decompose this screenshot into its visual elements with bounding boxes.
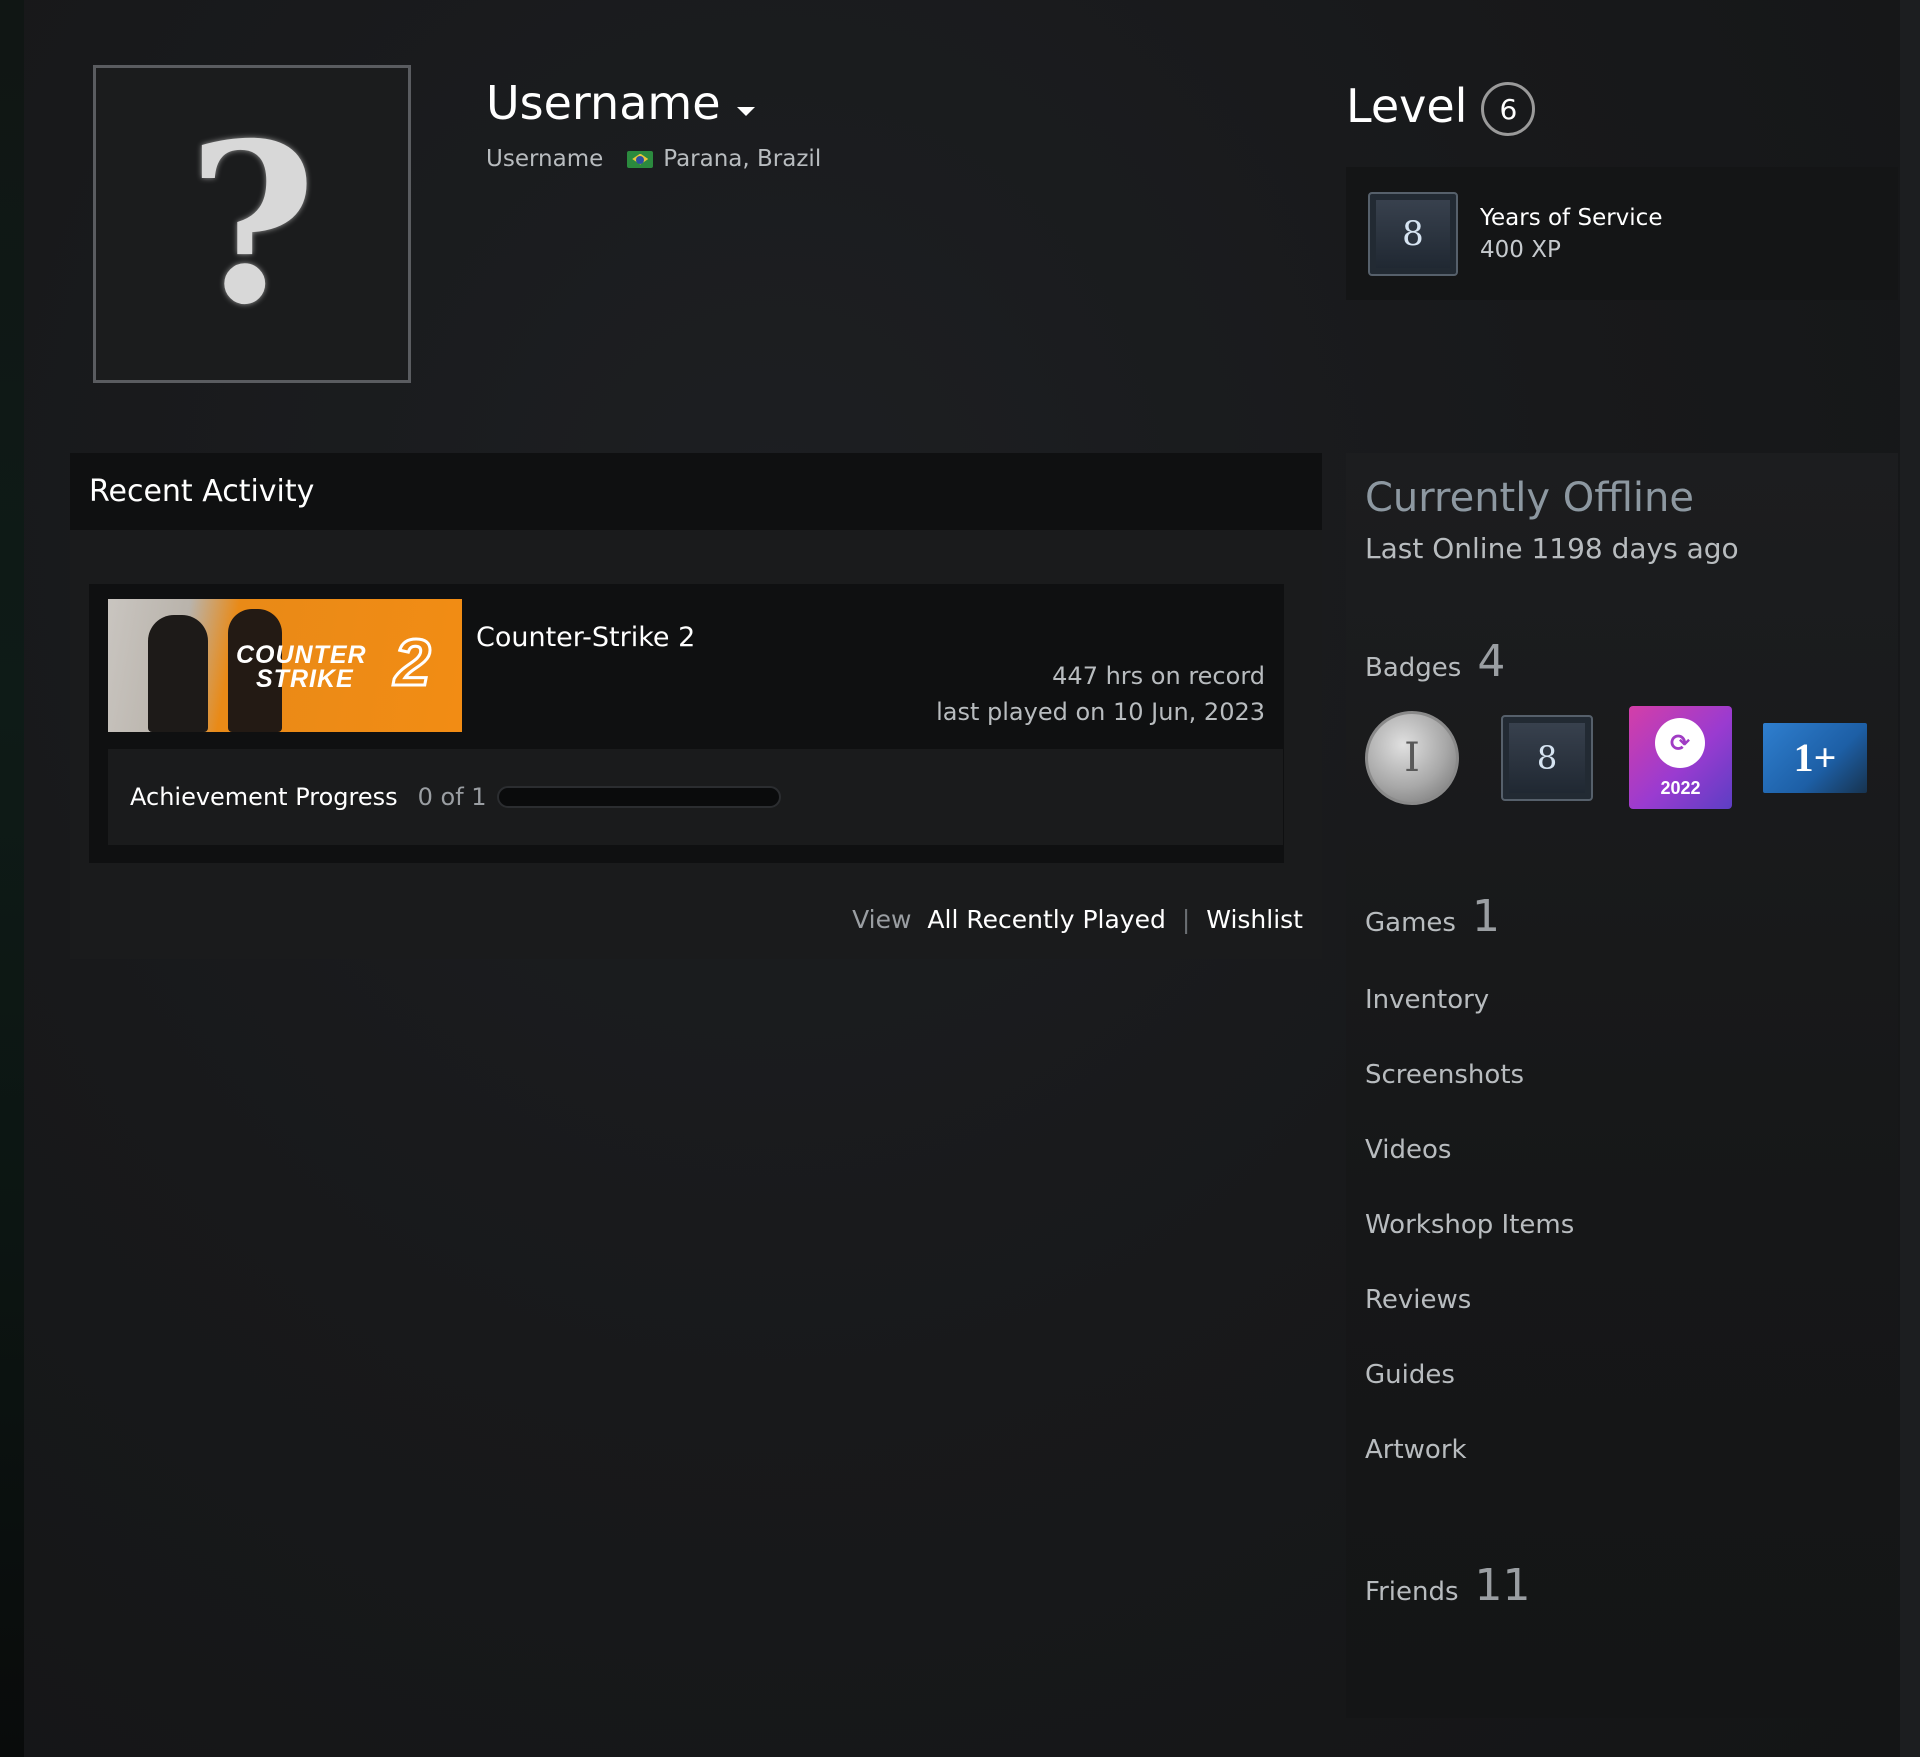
inventory-link[interactable]: Inventory xyxy=(1365,985,1489,1015)
featured-badge-info: Years of Service 400 XP xyxy=(1480,205,1662,263)
achievement-progress-bar xyxy=(496,786,781,808)
reviews-link[interactable]: Reviews xyxy=(1365,1285,1471,1315)
featured-badge[interactable]: 8 Years of Service 400 XP xyxy=(1346,167,1898,300)
friends-link[interactable]: Friends 11 xyxy=(1365,1560,1531,1611)
profile-sidebar: Currently Offline Last Online 1198 days … xyxy=(1346,453,1898,1718)
right-edge-scrollbar[interactable] xyxy=(1900,0,1920,1757)
chevron-down-icon[interactable] xyxy=(736,106,755,116)
link-separator: | xyxy=(1181,905,1191,934)
game-hours: 447 hrs on record xyxy=(1052,662,1265,690)
artwork-link[interactable]: Artwork xyxy=(1365,1435,1467,1465)
persona-name-row[interactable]: Username xyxy=(486,76,755,130)
capsule-logo-line2: STRIKE xyxy=(256,665,354,693)
games-link[interactable]: Games 1 xyxy=(1365,891,1500,942)
videos-link[interactable]: Videos xyxy=(1365,1135,1451,1165)
profile-page: ? Username Username Parana, Brazil Level… xyxy=(24,0,1900,1757)
featured-badge-xp: 400 XP xyxy=(1480,236,1561,263)
level-number[interactable]: 6 xyxy=(1481,82,1536,136)
achievement-progress-row[interactable]: Achievement Progress 0 of 1 xyxy=(108,749,1283,845)
level-label: Level xyxy=(1346,79,1468,133)
badges-count: 4 xyxy=(1477,636,1506,687)
years-of-service-icon: 8 xyxy=(1368,191,1458,276)
online-status: Currently Offline xyxy=(1365,475,1694,521)
capsule-logo-text: COUNTER STRIKE xyxy=(236,641,367,693)
view-links: View All Recently Played | Wishlist xyxy=(852,905,1303,934)
location: Parana, Brazil xyxy=(663,146,822,172)
avatar[interactable]: ? xyxy=(93,65,411,383)
badge-year: 2022 xyxy=(1660,778,1701,798)
capsule-logo-line1: COUNTER xyxy=(236,641,367,669)
game-last-played: last played on 10 Jun, 2023 xyxy=(936,698,1265,726)
pillar-badge-icon[interactable]: Ⅰ xyxy=(1365,710,1459,805)
badges-label: Badges xyxy=(1365,653,1462,683)
friends-count: 11 xyxy=(1474,1560,1531,1611)
achievement-count: 0 of 1 xyxy=(417,783,487,811)
left-edge-decoration xyxy=(0,0,24,1757)
recent-game-card: COUNTER STRIKE 2 Counter-Strike 2 447 hr… xyxy=(89,584,1284,863)
level-row: Level 6 xyxy=(1346,76,1536,136)
screenshots-link[interactable]: Screenshots xyxy=(1365,1060,1524,1090)
unknown-avatar-icon: ? xyxy=(187,94,317,353)
soldier-figure-icon xyxy=(148,615,208,732)
games-label: Games xyxy=(1365,908,1456,938)
capsule-logo-number: 2 xyxy=(393,625,433,699)
game-capsule-image[interactable]: COUNTER STRIKE 2 xyxy=(108,599,462,732)
one-plus-badge-icon[interactable]: 1+ xyxy=(1763,722,1867,793)
view-label: View xyxy=(852,905,912,934)
steam-logo-icon: ⟳ xyxy=(1655,718,1705,768)
all-recently-played-link[interactable]: All Recently Played xyxy=(927,905,1165,934)
recent-activity-header: Recent Activity xyxy=(70,453,1322,530)
wishlist-link[interactable]: Wishlist xyxy=(1206,905,1303,934)
persona-name[interactable]: Username xyxy=(486,76,721,130)
brazil-flag-icon xyxy=(627,150,654,168)
games-count: 1 xyxy=(1471,891,1500,942)
featured-badge-title[interactable]: Years of Service xyxy=(1480,205,1662,231)
badges-link[interactable]: Badges 4 xyxy=(1365,636,1505,687)
steam-2022-badge-icon[interactable]: ⟳ 2022 xyxy=(1629,706,1732,809)
recent-activity-panel: Recent Activity COUNTER STRIKE 2 Counter… xyxy=(70,453,1322,959)
guides-link[interactable]: Guides xyxy=(1365,1360,1455,1390)
friends-label: Friends xyxy=(1365,1577,1459,1607)
workshop-items-link[interactable]: Workshop Items xyxy=(1365,1210,1574,1240)
badge-showcase: Ⅰ 8 ⟳ 2022 1+ xyxy=(1365,706,1867,809)
last-online: Last Online 1198 days ago xyxy=(1365,532,1739,565)
achievement-progress-label: Achievement Progress xyxy=(130,783,398,811)
recent-activity-title: Recent Activity xyxy=(89,474,315,509)
profile-subtitle: Username Parana, Brazil xyxy=(486,146,821,172)
years-of-service-badge-icon[interactable]: 8 xyxy=(1501,714,1593,801)
real-name: Username xyxy=(486,146,604,172)
game-name-link[interactable]: Counter-Strike 2 xyxy=(476,622,695,653)
